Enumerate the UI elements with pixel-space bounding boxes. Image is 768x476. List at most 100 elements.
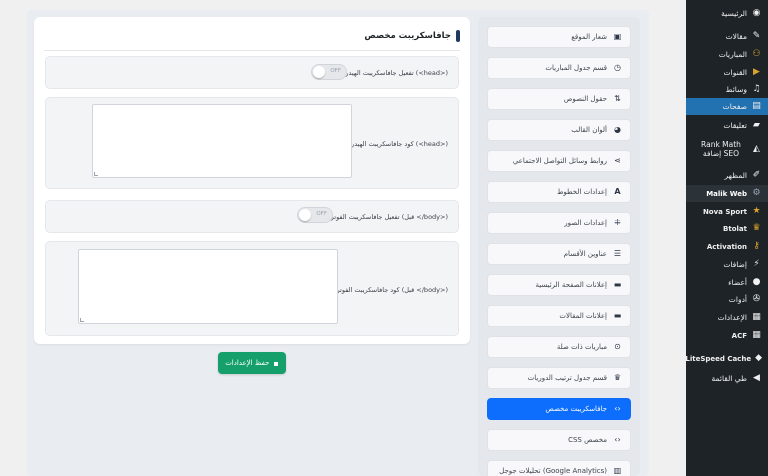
wp-menu-item-posts[interactable]: ✎ مقالات [686,28,768,45]
collapse-icon: ◀ [753,373,760,383]
wp-menu-item-activation[interactable]: ⚷ Activation [686,238,768,255]
palette-icon: ◕ [614,125,621,134]
wp-menu-item-settings[interactable]: ▦ الإعدادات [686,309,768,326]
header-js-toggle-label: تفعيل جافاسكريبت الهيدر (<head>) [345,69,448,77]
save-settings-button[interactable]: ▪ حفظ الإعدادات [218,352,286,374]
wp-menu-label: وسائط [725,85,747,94]
analytics-icon: ▥ [613,466,622,475]
tab-label: جافاسكريبت مخصص [545,405,607,413]
wp-menu-item-malik-web[interactable]: ⚙ Malik Web [686,185,768,202]
wp-menu-collapse[interactable]: ◀ طي القائمة [686,370,768,387]
wp-menu-label: أدوات [728,295,747,304]
wp-menu-label: Nova Sport [702,207,747,216]
tab-related-matches[interactable]: ⊙ مباريات ذات صلة [487,336,631,358]
card-divider [44,50,460,51]
chart-icon: ◭ [753,143,760,154]
wp-menu-label: ACF [731,331,747,340]
media-icon: ♫ [752,84,761,94]
toggle-knob [299,209,311,221]
wp-menu-item-users[interactable]: ● أعضاء [686,274,768,291]
wp-menu-label: الرئيسية [721,9,747,18]
tab-custom-javascript[interactable]: ‹› جافاسكريبت مخصص [487,398,631,420]
tab-label: ألوان القالب [571,126,607,134]
wp-menu-item-rank-math[interactable]: ◭ Rank Math إضافة SEO [686,136,768,162]
settings-tabs: ▣ شعار الموقع ◷ قسم جدول المباريات ⇅ حقول ا… [478,17,640,476]
wp-menu-label: Activation [706,242,747,251]
code-icon: ‹› [614,404,621,413]
sliders-icon: ▦ [752,312,761,322]
wp-menu-label: إضافات [723,260,747,269]
ball-icon: ⊙ [614,342,621,351]
diamond-icon: ◆ [755,353,762,363]
wp-menu-label: LiteSpeed Cache [685,354,752,363]
tab-label: إعدادات الخطوط [556,188,607,196]
tab-label: تحليلات جوجل (Google Analytics) [499,467,607,475]
resize-grip[interactable] [94,172,98,176]
tab-label: قسم جدول المباريات [545,64,607,72]
header-js-code-label: كود جافاسكريبت الهيدر (<head>) [351,140,448,148]
header-js-code-textarea[interactable] [92,104,352,178]
tab-text-fields[interactable]: ⇅ حقول النصوص [487,88,631,110]
wp-menu-label: صفحات [722,102,747,111]
grid-icon: ▦ [752,330,761,340]
wp-menu-item-appearance[interactable]: ✐ المظهر [686,167,768,184]
footer-js-code-textarea[interactable] [78,249,338,324]
tab-label: حقول النصوص [563,95,607,103]
tab-images[interactable]: ⁜ إعدادات الصور [487,212,631,234]
font-icon: A [614,187,621,196]
footer-js-toggle-label: تفعيل جافاسكريبت الفوتر (قبل </body>) [330,213,448,221]
footer-js-code-label: كود جافاسكريبت الفوتر (قبل </body>) [336,286,448,294]
wp-admin-menu: ◉ الرئيسية ✎ مقالات ⚇ المباريات ▶ القنوات ♫ و… [681,0,768,476]
tab-theme-colors[interactable]: ◕ ألوان القالب [487,119,631,141]
wp-menu-label: طي القائمة [711,374,748,383]
tab-label: شعار الموقع [571,33,607,41]
wp-menu-label: الإعدادات [717,313,747,322]
tab-section-titles[interactable]: ☰ عناوين الأقسام [487,243,631,265]
ad-icon: ▬ [613,280,622,289]
key-icon: ⚷ [753,241,760,251]
wp-menu-item-tools[interactable]: ✇ أدوات [686,291,768,308]
image-icon: ▣ [613,32,622,41]
wp-menu-item-btolat[interactable]: ♛ Btolat [686,220,768,237]
save-settings-label: حفظ الإعدادات [225,359,270,367]
resize-grip[interactable] [80,318,84,322]
tab-label: CSS مخصص [568,436,607,444]
wp-menu-label: أعضاء [728,278,747,287]
settings-icon: ⚙ [752,188,761,198]
header-js-toggle[interactable]: OFF [311,64,347,80]
wp-menu-item-channels[interactable]: ▶ القنوات [686,64,768,81]
trophy-icon: ♛ [613,373,622,382]
play-icon: ▶ [753,67,760,77]
wp-menu-item-dashboard[interactable]: ◉ الرئيسية [686,5,768,22]
plugin-icon: ⚡ [753,259,760,269]
tab-site-logo[interactable]: ▣ شعار الموقع [487,26,631,48]
wp-menu-label: القنوات [723,68,747,77]
tab-label: إعدادات الصور [564,219,607,227]
wp-menu-item-plugins[interactable]: ⚡ إضافات [686,256,768,273]
tab-matches-table[interactable]: ◷ قسم جدول المباريات [487,57,631,79]
wp-menu-label: Rank Math إضافة SEO [701,140,741,158]
pin-icon: ✎ [752,31,761,41]
wp-menu-item-pages[interactable]: ▤ صفحات [686,98,768,115]
star-icon: ★ [752,206,761,216]
wp-menu-label: مقالات [725,32,747,41]
tab-label: قسم جدول ترتيب الدوريات [527,374,607,382]
tab-fonts[interactable]: A إعدادات الخطوط [487,181,631,203]
wp-menu-item-matches[interactable]: ⚇ المباريات [686,46,768,63]
wp-menu-item-comments[interactable]: ▰ تعليقات [686,117,768,134]
image-settings-icon: ⁜ [614,218,621,227]
toggle-state-text: OFF [316,211,327,217]
tab-label: إعلانات الصفحة الرئيسية [535,281,608,289]
footer-js-toggle[interactable]: OFF [297,207,333,223]
wp-menu-item-litespeed[interactable]: ◆ LiteSpeed Cache [685,350,768,367]
wp-menu-item-nova-sport[interactable]: ★ Nova Sport [686,203,768,220]
wp-menu-item-acf[interactable]: ▦ ACF [686,327,768,344]
share-icon: ⋖ [614,156,621,165]
tab-post-ads[interactable]: ▬ إعلانات المقالات [487,305,631,327]
tab-home-ads[interactable]: ▬ إعلانات الصفحة الرئيسية [487,274,631,296]
tab-google-analytics[interactable]: ▥ تحليلات جوجل (Google Analytics) [487,460,631,476]
tab-social-links[interactable]: ⋖ روابط وسائل التواصل الاجتماعي [487,150,631,172]
tab-custom-css[interactable]: ‹› CSS مخصص [487,429,631,451]
wp-menu-item-media[interactable]: ♫ وسائط [686,81,768,98]
tab-league-standings[interactable]: ♛ قسم جدول ترتيب الدوريات [487,367,631,389]
